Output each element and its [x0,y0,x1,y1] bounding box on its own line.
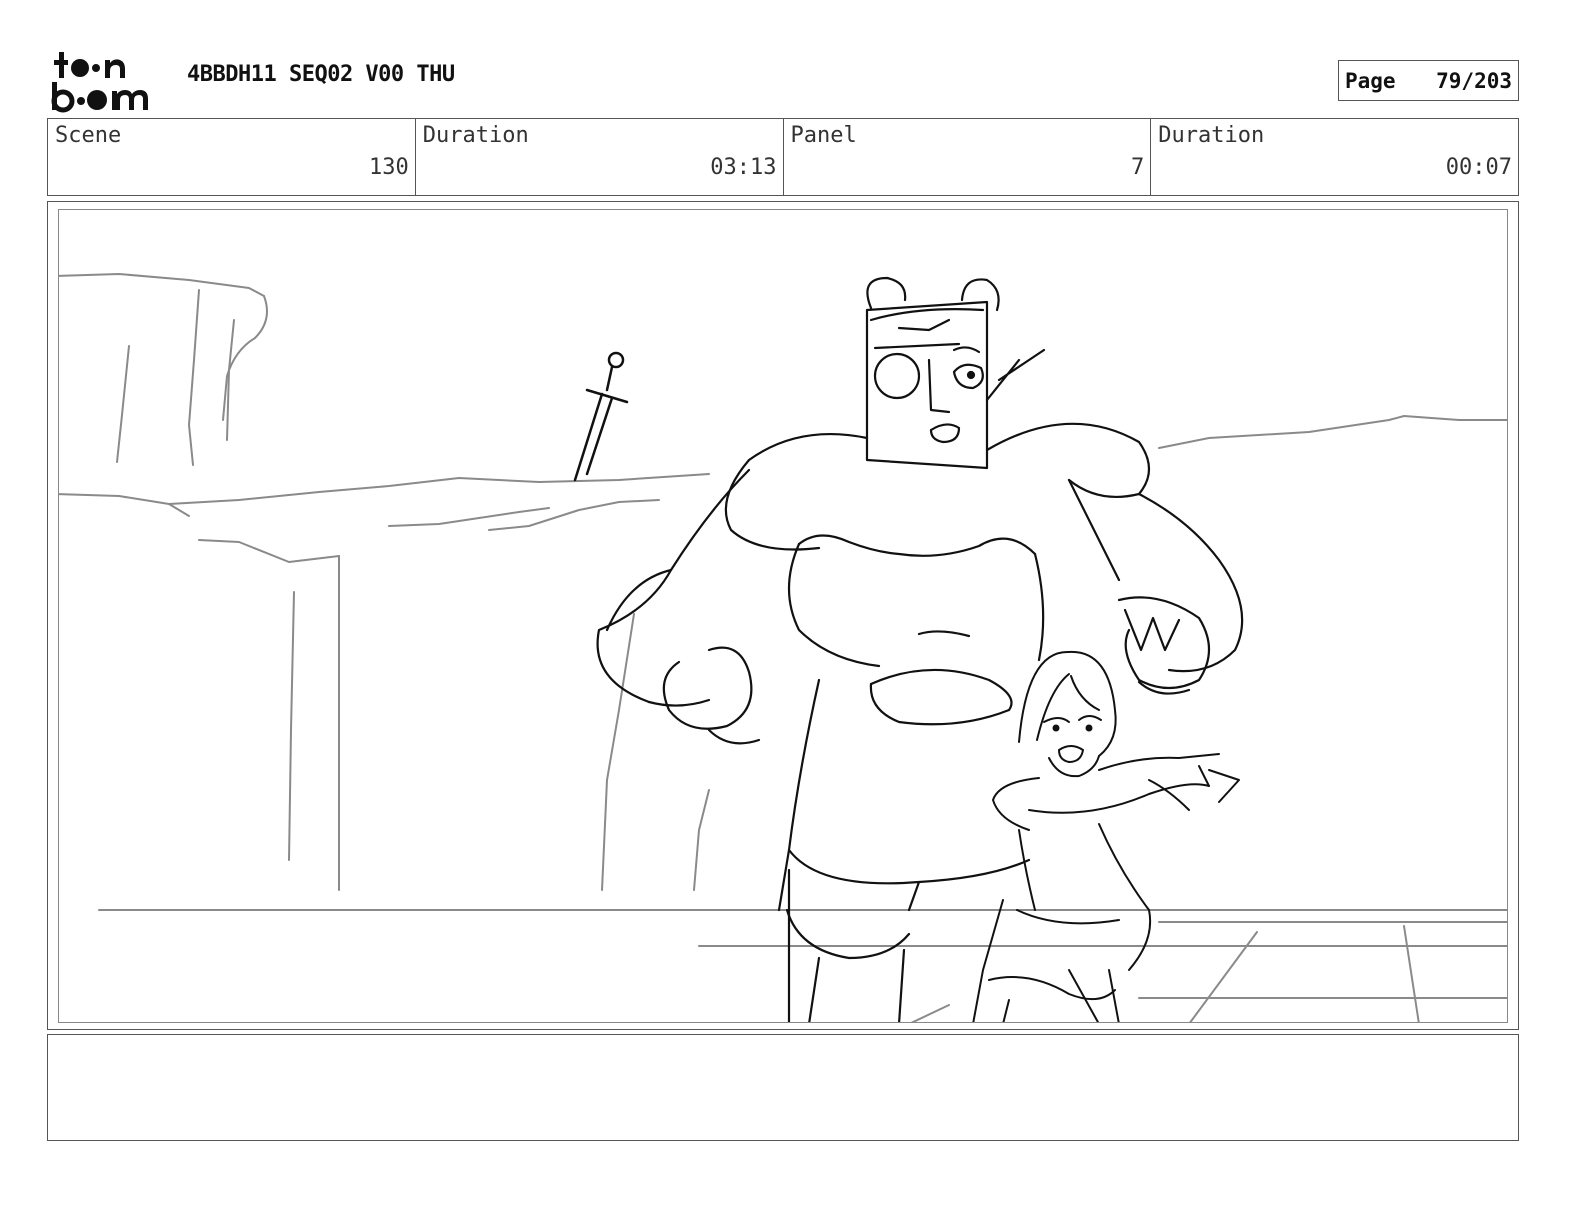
scene-cell: Scene 130 [48,119,416,195]
page-label: Page [1345,68,1396,93]
scene-label: Scene [55,123,122,148]
background-sketch [59,273,1507,1022]
panel-label: Panel [790,123,857,148]
large-character-sketch [596,276,1244,1022]
scene-value: 130 [369,155,409,180]
small-character-sketch [972,650,1240,1022]
project-title: 4BBDH11 SEQ02 V00 THU [187,62,455,87]
page-number: 79/203 [1436,68,1512,93]
panel-info-row: Scene 130 Duration 03:13 Panel 7 Duratio… [47,118,1519,196]
scene-duration-value: 03:13 [710,155,777,180]
panel-notes-box [47,1034,1519,1141]
page-indicator: Page 79/203 [1338,60,1519,101]
scene-duration-cell: Duration 03:13 [416,119,784,195]
panel-duration-label: Duration [1158,123,1265,148]
panel-duration-cell: Duration 00:07 [1151,119,1518,195]
toon-boom-logo [50,50,168,114]
storyboard-sketch [58,209,1508,1023]
sword-sketch [573,351,629,482]
panel-duration-value: 00:07 [1445,155,1512,180]
panel-cell: Panel 7 [784,119,1152,195]
scene-duration-label: Duration [422,123,529,148]
panel-value: 7 [1131,155,1145,180]
